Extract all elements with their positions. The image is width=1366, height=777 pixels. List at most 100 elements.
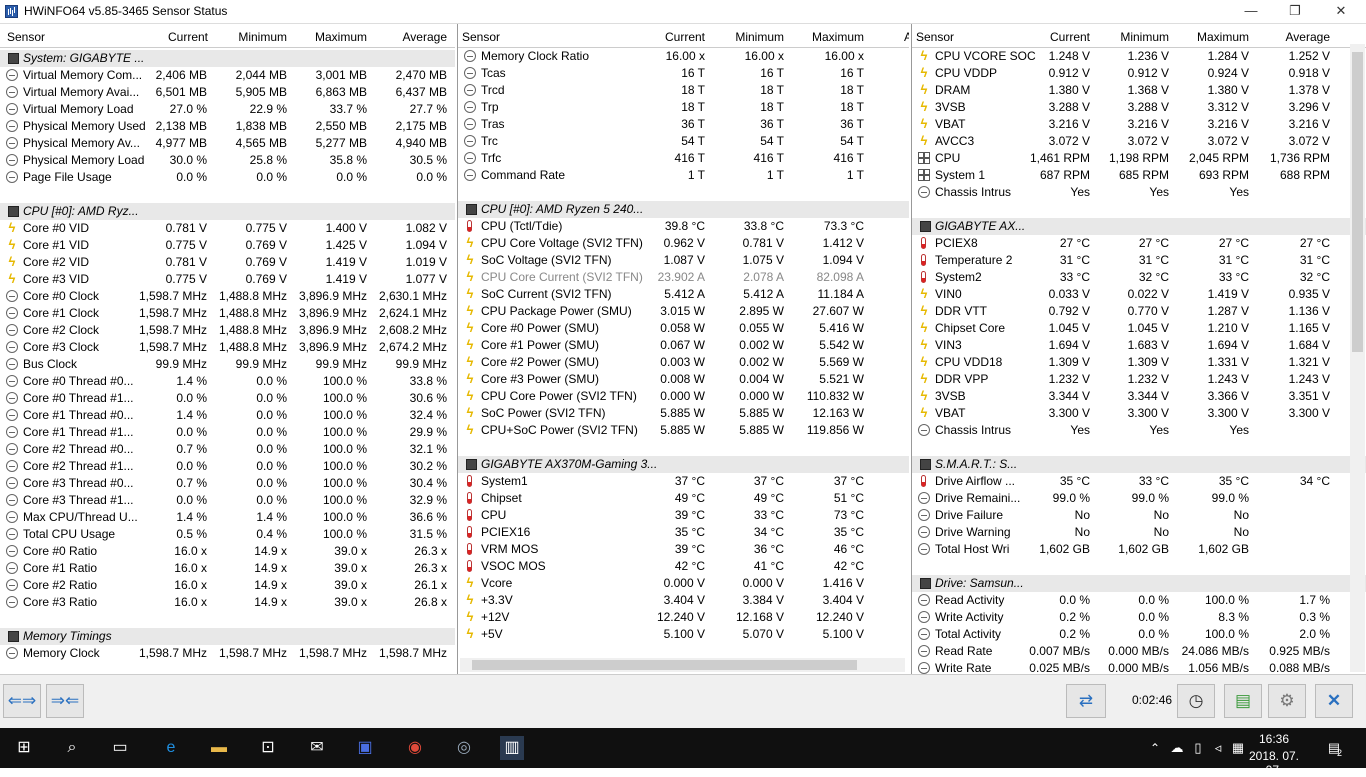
- sensor-row[interactable]: ϟ Core #1 Power (SMU) 0.067 W 0.002 W 5.542 …: [458, 337, 909, 354]
- sensor-row[interactable]: VSOC MOS 42 °C 41 °C 42 °C: [458, 558, 909, 575]
- chevron-up-icon[interactable]: ⌃: [1143, 736, 1167, 760]
- sensor-row[interactable]: ϟ AVCC3 3.072 V 3.072 V 3.072 V 3.072 V: [912, 133, 1366, 150]
- sensor-row[interactable]: ϟ VBAT 3.300 V 3.300 V 3.300 V 3.300 V: [912, 405, 1366, 422]
- header-average[interactable]: Average: [403, 30, 447, 44]
- sensor-row[interactable]: ϟ Core #3 VID 0.775 V 0.769 V 1.419 V 1.077 V: [0, 271, 455, 288]
- restore-button[interactable]: ❐: [1272, 0, 1318, 24]
- scroll-thumb[interactable]: [472, 660, 857, 670]
- network-icon[interactable]: ⇄: [1066, 684, 1106, 718]
- settings-gear-icon[interactable]: ⚙: [1268, 684, 1306, 718]
- sensor-row[interactable]: Core #1 Thread #0... 1.4 % 0.0 % 100.0 % 32.…: [0, 407, 455, 424]
- sensor-row[interactable]: Core #3 Clock 1,598.7 MHz 1,488.8 MHz 3,896…: [0, 339, 455, 356]
- header-average[interactable]: Average: [1286, 30, 1330, 44]
- sensor-row[interactable]: ϟ Core #0 Power (SMU) 0.058 W 0.055 W 5.416 …: [458, 320, 909, 337]
- sensor-group-header[interactable]: GIGABYTE AX...: [912, 218, 1366, 235]
- sensor-row[interactable]: ϟ VIN3 1.694 V 1.683 V 1.694 V 1.684 V: [912, 337, 1366, 354]
- sensor-group-header[interactable]: Memory Timings: [0, 628, 455, 645]
- clock-date[interactable]: 2018. 07. 07.: [1241, 749, 1307, 777]
- hwinfo-taskbar-icon[interactable]: ▥: [500, 736, 524, 760]
- close-window-button[interactable]: ✕: [1318, 0, 1364, 24]
- sensor-row[interactable]: Core #2 Ratio 16.0 x 14.9 x 39.0 x 26.1 x: [0, 577, 455, 594]
- column-header[interactable]: Sensor Current Minimum Maximum Average: [0, 24, 455, 48]
- header-maximum[interactable]: Maximum: [812, 30, 864, 44]
- sensor-row[interactable]: Core #3 Thread #1... 0.0 % 0.0 % 100.0 % 32.…: [0, 492, 455, 509]
- minimize-button[interactable]: —: [1228, 0, 1274, 24]
- sensor-row[interactable]: Trc 54 T 54 T 54 T: [458, 133, 909, 150]
- clock-icon[interactable]: ◷: [1177, 684, 1215, 718]
- sensor-row[interactable]: ϟ VBAT 3.216 V 3.216 V 3.216 V 3.216 V: [912, 116, 1366, 133]
- sensor-row[interactable]: Core #2 Thread #0... 0.7 % 0.0 % 100.0 % 32.…: [0, 441, 455, 458]
- sensor-row[interactable]: Core #0 Thread #1... 0.0 % 0.0 % 100.0 % 30.…: [0, 390, 455, 407]
- sensor-row[interactable]: PCIEX16 35 °C 34 °C 35 °C: [458, 524, 909, 541]
- sensor-row[interactable]: CPU 1,461 RPM 1,198 RPM 2,045 RPM 1,736 RPM: [912, 150, 1366, 167]
- header-sensor[interactable]: Sensor: [462, 30, 500, 44]
- sensor-row[interactable]: Virtual Memory Load 27.0 % 22.9 % 33.7 % 27.…: [0, 101, 455, 118]
- sensor-row[interactable]: Memory Clock 1,598.7 MHz 1,598.7 MHz 1,598.…: [0, 645, 455, 662]
- sensor-row[interactable]: Total Host Wri 1,602 GB 1,602 GB 1,602 GB: [912, 541, 1366, 558]
- sensor-row[interactable]: Chipset 49 °C 49 °C 51 °C: [458, 490, 909, 507]
- sensor-group-header[interactable]: CPU [#0]: AMD Ryzen 5 240...: [458, 201, 909, 218]
- sensor-row[interactable]: ϟ Chipset Core 1.045 V 1.045 V 1.210 V 1.165 …: [912, 320, 1366, 337]
- scroll-thumb[interactable]: [1352, 52, 1363, 352]
- header-current[interactable]: Current: [168, 30, 208, 44]
- sensor-row[interactable]: Bus Clock 99.9 MHz 99.9 MHz 99.9 MHz 99.9 MH…: [0, 356, 455, 373]
- file-explorer-icon[interactable]: ▬: [207, 736, 231, 760]
- sensor-row[interactable]: ϟ SoC Power (SVI2 TFN) 5.885 W 5.885 W 12.16…: [458, 405, 909, 422]
- header-maximum[interactable]: Maximum: [315, 30, 367, 44]
- header-maximum[interactable]: Maximum: [1197, 30, 1249, 44]
- sensor-row[interactable]: Physical Memory Used 2,138 MB 1,838 MB 2,55…: [0, 118, 455, 135]
- clock-time[interactable]: 16:36: [1244, 732, 1304, 746]
- sensor-row[interactable]: Drive Airflow ... 35 °C 33 °C 35 °C 34 °C: [912, 473, 1366, 490]
- sensor-row[interactable]: Core #0 Thread #0... 1.4 % 0.0 % 100.0 % 33.…: [0, 373, 455, 390]
- sensor-row[interactable]: Read Rate 0.007 MB/s 0.000 MB/s 24.086 MB/s…: [912, 643, 1366, 660]
- sensor-row[interactable]: ϟ VIN0 0.033 V 0.022 V 1.419 V 0.935 V: [912, 286, 1366, 303]
- sensor-row[interactable]: Core #1 Clock 1,598.7 MHz 1,488.8 MHz 3,896…: [0, 305, 455, 322]
- sensor-row[interactable]: Core #1 Thread #1... 0.0 % 0.0 % 100.0 % 29.…: [0, 424, 455, 441]
- sensor-row[interactable]: ϟ +3.3V 3.404 V 3.384 V 3.404 V: [458, 592, 909, 609]
- sensor-row[interactable]: ϟ 3VSB 3.288 V 3.288 V 3.312 V 3.296 V: [912, 99, 1366, 116]
- sensor-row[interactable]: Trp 18 T 18 T 18 T: [458, 99, 909, 116]
- sensor-row[interactable]: Total CPU Usage 0.5 % 0.4 % 100.0 % 31.5 %: [0, 526, 455, 543]
- sensor-row[interactable]: ϟ Core #3 Power (SMU) 0.008 W 0.004 W 5.521 …: [458, 371, 909, 388]
- header-minimum[interactable]: Minimum: [735, 30, 784, 44]
- sensor-row[interactable]: Max CPU/Thread U... 1.4 % 1.4 % 100.0 % 36.6…: [0, 509, 455, 526]
- sensor-row[interactable]: Drive Remaini... 99.0 % 99.0 % 99.0 %: [912, 490, 1366, 507]
- sensor-row[interactable]: ϟ CPU Core Current (SVI2 TFN) 23.902 A 2.07…: [458, 269, 909, 286]
- mail-icon[interactable]: ✉: [305, 736, 329, 760]
- notification-icon[interactable]: ▤: [1322, 736, 1346, 760]
- sensor-group-header[interactable]: GIGABYTE AX370M-Gaming 3...: [458, 456, 909, 473]
- sensor-row[interactable]: PCIEX8 27 °C 27 °C 27 °C 27 °C: [912, 235, 1366, 252]
- sensor-row[interactable]: VRM MOS 39 °C 36 °C 46 °C: [458, 541, 909, 558]
- sensor-row[interactable]: ϟ SoC Current (SVI2 TFN) 5.412 A 5.412 A 11.…: [458, 286, 909, 303]
- sensor-row[interactable]: Page File Usage 0.0 % 0.0 % 0.0 % 0.0 %: [0, 169, 455, 186]
- header-sensor[interactable]: Sensor: [7, 30, 45, 44]
- sensor-row[interactable]: CPU 39 °C 33 °C 73 °C: [458, 507, 909, 524]
- sensor-row[interactable]: Core #3 Ratio 16.0 x 14.9 x 39.0 x 26.8 x: [0, 594, 455, 611]
- sensor-row[interactable]: ϟ Core #0 VID 0.781 V 0.775 V 1.400 V 1.082 V: [0, 220, 455, 237]
- app-icon[interactable]: ◎: [452, 736, 476, 760]
- sensor-row[interactable]: ϟ CPU Core Power (SVI2 TFN) 0.000 W 0.000 W…: [458, 388, 909, 405]
- store-icon[interactable]: ⊡: [256, 736, 280, 760]
- sensor-group-header[interactable]: Drive: Samsun...: [912, 575, 1366, 592]
- expand-arrows-icon[interactable]: ⇐⇒: [3, 684, 41, 718]
- sensor-group-header[interactable]: CPU [#0]: AMD Ryz...: [0, 203, 455, 220]
- sensor-row[interactable]: Drive Failure No No No: [912, 507, 1366, 524]
- column-header[interactable]: Sensor Current Minimum Maximum Average: [912, 24, 1366, 48]
- horizontal-scrollbar[interactable]: [460, 658, 905, 672]
- sensor-pane-2[interactable]: Sensor Current Minimum Maximum A Memory …: [457, 24, 909, 674]
- vertical-scrollbar[interactable]: [1350, 44, 1365, 672]
- sensor-row[interactable]: ϟ CPU Core Voltage (SVI2 TFN) 0.962 V 0.781…: [458, 235, 909, 252]
- sensor-row[interactable]: ϟ CPU+SoC Power (SVI2 TFN) 5.885 W 5.885 W 1…: [458, 422, 909, 439]
- sensor-row[interactable]: ϟ SoC Voltage (SVI2 TFN) 1.087 V 1.075 V 1.0…: [458, 252, 909, 269]
- sensor-row[interactable]: Trcd 18 T 18 T 18 T: [458, 82, 909, 99]
- sensor-row[interactable]: System 1 687 RPM 685 RPM 693 RPM 688 RPM: [912, 167, 1366, 184]
- header-current[interactable]: Current: [665, 30, 705, 44]
- sensor-row[interactable]: ϟ Core #2 VID 0.781 V 0.769 V 1.419 V 1.019 V: [0, 254, 455, 271]
- sensor-row[interactable]: ϟ CPU VCORE SOC 1.248 V 1.236 V 1.284 V 1.252…: [912, 48, 1366, 65]
- edge-icon[interactable]: e: [159, 736, 183, 760]
- sensor-row[interactable]: Memory Clock Ratio 16.00 x 16.00 x 16.00 x: [458, 48, 909, 65]
- sensor-row[interactable]: Write Activity 0.2 % 0.0 % 8.3 % 0.3 %: [912, 609, 1366, 626]
- windows-start-icon[interactable]: ⊞: [12, 736, 36, 760]
- sensor-row[interactable]: Core #2 Clock 1,598.7 MHz 1,488.8 MHz 3,896…: [0, 322, 455, 339]
- header-current[interactable]: Current: [1050, 30, 1090, 44]
